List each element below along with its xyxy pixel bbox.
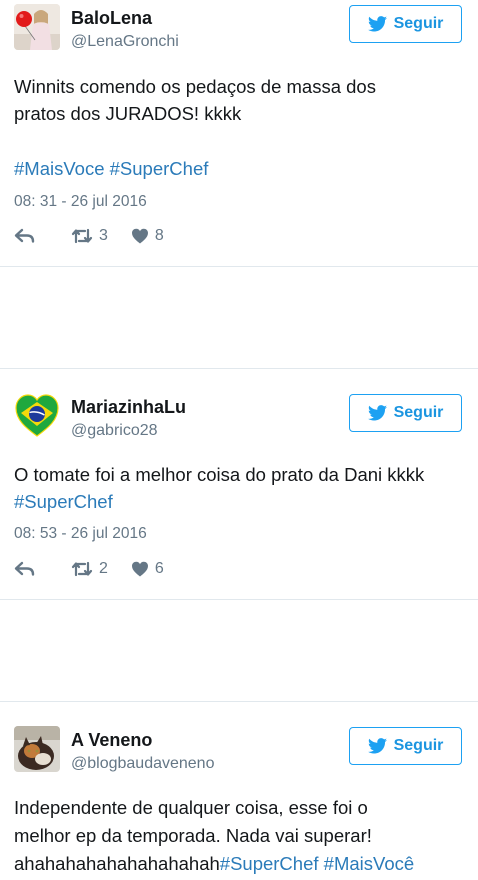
like-button[interactable]: 8 xyxy=(131,227,164,245)
retweet-icon xyxy=(71,561,93,577)
tweet-timestamp[interactable]: 08: 53 - 26 jul 2016 xyxy=(14,525,147,543)
follow-label: Seguir xyxy=(393,15,444,32)
avatar[interactable] xyxy=(14,726,60,772)
author-handle[interactable]: @blogbaudaveneno xyxy=(71,755,214,773)
author-name[interactable]: A Veneno xyxy=(71,730,152,751)
reply-icon xyxy=(14,228,35,243)
tweet-card: MariazinhaLu @gabrico28 Seguir O tomate … xyxy=(0,369,478,600)
twitter-bird-icon xyxy=(367,405,387,421)
hashtag-link[interactable]: #MaisVocê xyxy=(324,853,415,874)
hashtag-link[interactable]: #SuperChef xyxy=(220,853,319,874)
tweet-text-line: ahahahahahahahahahah#SuperChef #MaisVocê xyxy=(14,853,415,874)
like-count: 6 xyxy=(154,560,164,577)
follow-button[interactable]: Seguir xyxy=(349,5,462,43)
author-name[interactable]: BaloLena xyxy=(71,8,152,29)
avatar[interactable] xyxy=(14,4,60,50)
tweet-text-line: Winnits comendo os pedaços de massa dos xyxy=(14,76,376,97)
tweet-actions: 2 6 xyxy=(14,559,164,579)
heart-icon xyxy=(131,228,148,244)
tweet-text-line: #SuperChef xyxy=(14,491,113,513)
reply-icon xyxy=(14,561,35,576)
twitter-bird-icon xyxy=(367,16,387,32)
follow-label: Seguir xyxy=(393,404,444,421)
retweet-count: 3 xyxy=(99,227,108,244)
tweet-actions: 3 8 xyxy=(14,226,164,246)
tweet-text-line: O tomate foi a melhor coisa do prato da … xyxy=(14,464,425,485)
hashtag-link[interactable]: #MaisVoce xyxy=(14,158,105,179)
like-count: 8 xyxy=(154,227,164,244)
retweet-button[interactable]: 2 xyxy=(71,560,108,578)
follow-button[interactable]: Seguir xyxy=(349,727,462,765)
author-name[interactable]: MariazinhaLu xyxy=(71,397,186,418)
follow-label: Seguir xyxy=(393,737,444,754)
tweet-text-line: pratos dos JURADOS! kkkk xyxy=(14,103,242,124)
tweet-text-line: #MaisVoce #SuperChef xyxy=(14,158,208,180)
hashtag-link[interactable]: #SuperChef xyxy=(14,491,113,512)
avatar[interactable] xyxy=(14,393,60,439)
author-handle[interactable]: @LenaGronchi xyxy=(71,33,179,51)
like-button[interactable]: 6 xyxy=(131,560,164,578)
tweet-text-line: melhor ep da temporada. Nada vai superar… xyxy=(14,825,372,846)
reply-button[interactable] xyxy=(14,228,35,244)
tweet-text-line: Independente de qualquer coisa, esse foi… xyxy=(14,797,368,818)
hashtag-link[interactable]: #SuperChef xyxy=(110,158,209,179)
retweet-icon xyxy=(71,228,93,244)
reply-button[interactable] xyxy=(14,561,35,577)
divider xyxy=(0,599,478,600)
divider xyxy=(0,266,478,267)
tweet-card: BaloLena @LenaGronchi Seguir Winnits com… xyxy=(0,0,478,267)
follow-button[interactable]: Seguir xyxy=(349,394,462,432)
retweet-count: 2 xyxy=(99,560,108,577)
author-handle[interactable]: @gabrico28 xyxy=(71,422,158,440)
tweet-timestamp[interactable]: 08: 31 - 26 jul 2016 xyxy=(14,193,147,211)
heart-icon xyxy=(131,561,148,577)
retweet-button[interactable]: 3 xyxy=(71,227,108,245)
tweet-card: A Veneno @blogbaudaveneno Seguir Indepen… xyxy=(0,702,478,880)
twitter-bird-icon xyxy=(367,738,387,754)
